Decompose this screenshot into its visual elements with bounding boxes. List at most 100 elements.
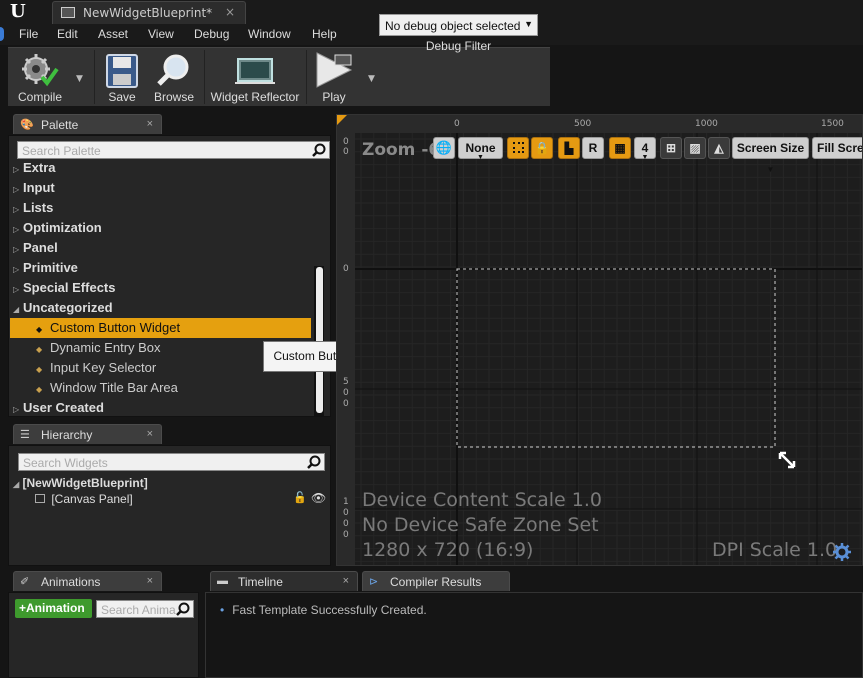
palette-category[interactable]: ▷ User Created — [10, 398, 311, 418]
compile-button[interactable]: Compile — [10, 50, 70, 106]
menu-window[interactable]: Window — [248, 27, 291, 41]
respect-locks-button[interactable] — [507, 137, 529, 159]
unlock-icon[interactable]: 🔓 — [293, 491, 307, 504]
reset-button[interactable]: R — [582, 137, 604, 159]
menu-asset[interactable]: Asset — [98, 27, 128, 41]
image-preview-button[interactable]: ▨ — [684, 137, 706, 159]
ruler-label: 0 — [343, 264, 349, 274]
palette-item[interactable]: ◆ Window Title Bar Area — [10, 378, 311, 398]
palette-item[interactable]: ◆ Custom Button Widget — [10, 318, 311, 338]
tab-timeline[interactable]: ▬ Timeline × — [210, 571, 358, 591]
eye-icon[interactable]: 👁 — [311, 491, 326, 505]
outline-toggle-button[interactable]: ⊞ — [660, 137, 682, 159]
widget-reflector-button[interactable]: Widget Reflector — [208, 50, 302, 106]
window-edge-indicator — [0, 27, 4, 41]
designer-viewport[interactable]: 0 500 1000 1500 0 0 0 5 0 0 1 0 0 0 Zoom… — [336, 114, 863, 566]
fill-screen-select[interactable]: Fill Scree — [812, 137, 862, 159]
document-tab[interactable]: NewWidgetBlueprint* × — [52, 1, 246, 24]
hierarchy-canvas-panel[interactable]: [Canvas Panel] 🔓 👁 — [35, 491, 326, 506]
palette-category[interactable]: ▷ Optimization — [10, 218, 311, 238]
palette-row-label: Optimization — [23, 220, 102, 235]
debug-object-value: No debug object selected — [385, 19, 521, 33]
palette-category[interactable]: ▷ Lists — [10, 198, 311, 218]
debug-object-select[interactable]: No debug object selected ▼ — [379, 14, 538, 36]
flip-icon: ◭ — [714, 141, 724, 155]
menu-view[interactable]: View — [148, 27, 174, 41]
bullet-icon: • — [220, 603, 225, 617]
palette-scrollbar-thumb[interactable] — [316, 267, 323, 413]
resize-handle-icon[interactable] — [778, 451, 796, 469]
zoom-label: Zoom -6 — [362, 140, 441, 160]
ruler-label: 0 — [343, 530, 349, 540]
close-icon[interactable]: × — [225, 5, 235, 19]
play-options-dropdown[interactable]: ▼ — [368, 74, 375, 84]
palette-row-label: Window Title Bar Area — [50, 380, 178, 395]
ruler-label: 1500 — [821, 119, 844, 129]
browse-button[interactable]: Browse — [148, 50, 200, 106]
expand-triangle-icon: ▷ — [13, 205, 20, 214]
close-icon[interactable]: × — [147, 118, 153, 130]
add-animation-button[interactable]: +Animation — [15, 599, 92, 618]
menu-help[interactable]: Help — [312, 27, 337, 41]
tab-compiler-results[interactable]: ⊳ Compiler Results — [362, 571, 510, 591]
lock-toggle-button[interactable]: 🔒 — [531, 137, 553, 159]
palette-row-label: Panel — [23, 240, 58, 255]
close-icon[interactable]: × — [147, 428, 153, 440]
animation-icon: ✐ — [20, 576, 30, 588]
menu-edit[interactable]: Edit — [57, 27, 78, 41]
palette-row-label: Input Key Selector — [50, 360, 157, 375]
add-animation-label: Animation — [26, 601, 85, 615]
search-icon — [307, 455, 321, 469]
menu-debug[interactable]: Debug — [194, 27, 229, 41]
hierarchy-search-input[interactable]: Search Widgets — [18, 453, 325, 471]
screen-size-select[interactable]: Screen Size ▼ — [732, 137, 809, 174]
globe-icon: 🌐 — [435, 140, 453, 155]
widget-reflector-icon — [235, 58, 275, 84]
blueprint-icon — [61, 7, 75, 18]
search-icon — [312, 143, 326, 157]
compiler-results-panel: • Fast Template Successfully Created. — [205, 592, 863, 678]
grid-snap-button[interactable]: ▦ — [609, 137, 631, 159]
transform-mode-button[interactable]: ▙ — [558, 137, 580, 159]
tab-animations[interactable]: ✐ Animations × — [13, 571, 162, 591]
play-label: Play — [322, 90, 346, 104]
palette-category[interactable]: ▷ Panel — [10, 238, 311, 258]
grid-icon: ▦ — [614, 141, 626, 155]
animation-search-input[interactable]: Search Anima — [96, 600, 194, 618]
close-icon[interactable]: × — [343, 575, 349, 587]
widget-item-icon: ◆ — [36, 345, 43, 354]
resolution-label: 1280 x 720 (16:9) — [362, 539, 534, 561]
hierarchy-root[interactable]: ◢ [NewWidgetBlueprint] — [13, 476, 148, 490]
chevron-down-icon: ▼ — [524, 19, 533, 29]
collapse-triangle-icon: ◢ — [13, 305, 20, 314]
close-icon[interactable]: × — [147, 575, 153, 587]
palette-category[interactable]: ▷ Extra — [10, 158, 311, 178]
tab-hierarchy[interactable]: ☰ Hierarchy × — [13, 424, 162, 444]
palette-search-input[interactable]: Search Palette — [17, 141, 330, 159]
palette-category[interactable]: ▷ Special Effects — [10, 278, 311, 298]
compile-options-dropdown[interactable]: ▼ — [76, 74, 83, 84]
save-label: Save — [108, 90, 136, 104]
palette-category[interactable]: ◢ Uncategorized — [10, 298, 311, 318]
expand-triangle-icon: ▷ — [13, 185, 20, 194]
localization-preview-select[interactable]: None ▼ — [458, 137, 503, 161]
play-button[interactable]: Play — [310, 50, 358, 106]
top-ruler — [337, 115, 862, 133]
flip-button[interactable]: ◭ — [708, 137, 730, 159]
play-icon — [316, 52, 353, 88]
tab-timeline-label: Timeline — [238, 575, 283, 589]
save-button[interactable]: Save — [100, 50, 144, 106]
tab-palette[interactable]: 🎨 Palette × — [13, 114, 162, 134]
gear-icon[interactable] — [833, 543, 851, 561]
grid-size-select[interactable]: 4 ▼ — [634, 137, 656, 161]
widget-item-icon: ◆ — [36, 385, 43, 394]
ruler-label: 0 — [343, 399, 349, 409]
palette-category[interactable]: ▷ Primitive — [10, 258, 311, 278]
screen-size-value: Screen Size — [736, 141, 805, 155]
layout-icon: ▙ — [564, 143, 574, 155]
widget-item-icon: ◆ — [36, 325, 43, 334]
widget-reflector-label: Widget Reflector — [210, 90, 300, 104]
globe-toggle-button[interactable]: 🌐 — [433, 137, 455, 159]
menu-file[interactable]: File — [19, 27, 38, 41]
palette-category[interactable]: ▷ Input — [10, 178, 311, 198]
